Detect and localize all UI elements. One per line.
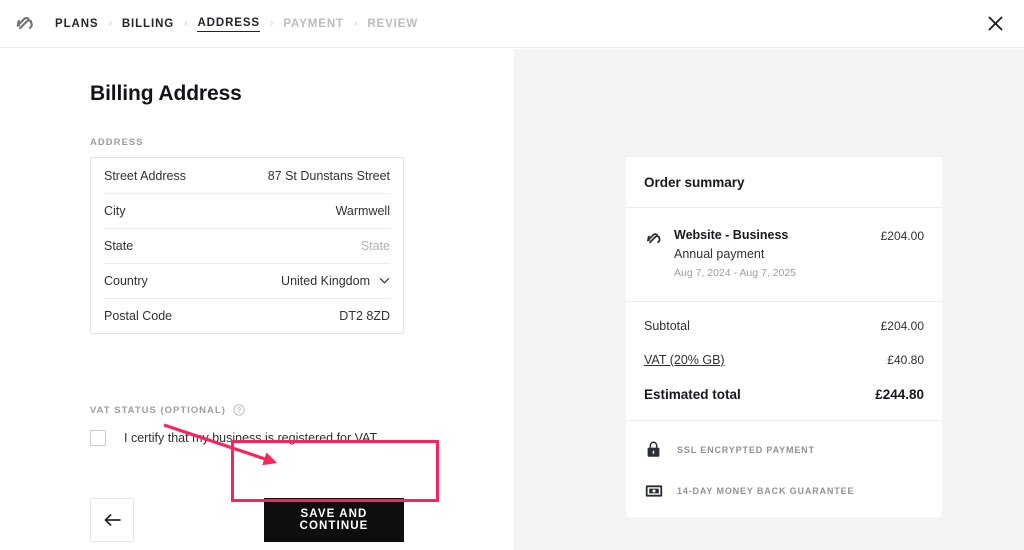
field-row-city[interactable]: City Warmwell [91,193,403,228]
order-summary-title: Order summary [644,174,745,190]
vat-label-link[interactable]: VAT (20% GB) [644,353,725,367]
estimated-total-row: Estimated total £244.80 [644,387,924,402]
vat-value: £40.80 [887,353,924,367]
breadcrumb-item-payment: PAYMENT [283,17,344,30]
field-row-postal-code[interactable]: Postal Code DT2 8ZD [91,298,403,333]
field-row-street-address[interactable]: Street Address 87 St Dunstans Street [91,158,403,193]
order-item-name: Website - Business [674,228,789,242]
order-item-term: Aug 7, 2024 - Aug 7, 2025 [674,267,797,279]
city-input[interactable]: Warmwell [336,204,390,218]
country-select[interactable]: United Kingdom [281,274,390,288]
vat-certify-row[interactable]: I certify that my business is registered… [90,430,379,446]
field-label: Street Address [104,168,186,183]
country-value: United Kingdom [281,273,370,288]
postal-code-input[interactable]: DT2 8ZD [339,309,390,323]
order-item-billing-cycle: Annual payment [674,247,765,261]
lock-icon [644,440,663,459]
subtotal-value: £204.00 [880,319,924,333]
order-line-item-details: Website - Business Annual payment Aug 7,… [674,228,881,279]
squarespace-logo-icon [12,11,38,37]
trust-badge-money-back-text: 14-DAY MONEY BACK GUARANTEE [677,485,855,496]
help-circle-icon[interactable] [233,404,245,416]
breadcrumb-item-review: REVIEW [367,17,419,30]
breadcrumb-separator: › [270,18,274,29]
order-totals: Subtotal £204.00 VAT (20% GB) £40.80 Est… [626,302,942,421]
vat-row: VAT (20% GB) £40.80 [644,353,924,367]
address-section-label: ADDRESS [90,137,144,148]
breadcrumb-item-billing[interactable]: BILLING [122,16,174,32]
trust-badge-money-back: 14-DAY MONEY BACK GUARANTEE [644,481,924,500]
breadcrumb-item-plans[interactable]: PLANS [55,16,98,32]
page-header: PLANS › BILLING › ADDRESS › PAYMENT › RE… [0,0,1024,48]
trust-badge-ssl: SSL ENCRYPTED PAYMENT [644,440,924,459]
chevron-down-icon [379,278,390,284]
field-label: City [104,203,126,218]
field-label: State [104,238,134,253]
close-icon[interactable] [976,4,1014,42]
breadcrumb-separator: › [353,18,358,29]
vat-status-label-row: VAT STATUS (OPTIONAL) [90,404,245,416]
subtotal-label: Subtotal [644,319,690,333]
field-label: Postal Code [104,308,173,323]
squarespace-logo-icon [644,229,664,249]
order-line-item: Website - Business Annual payment Aug 7,… [626,208,942,302]
breadcrumb-separator: › [108,18,112,29]
field-label: Country [104,273,148,288]
state-input[interactable]: State [361,239,390,253]
field-row-state[interactable]: State State [91,228,403,263]
estimated-total-value: £244.80 [875,387,924,402]
order-summary-header: Order summary [626,157,942,208]
banknote-icon [644,481,663,500]
save-and-continue-button[interactable]: SAVE AND CONTINUE [264,498,404,542]
order-item-price: £204.00 [880,229,924,243]
street-address-input[interactable]: 87 St Dunstans Street [268,169,390,183]
trust-badges: SSL ENCRYPTED PAYMENT 14-DAY MONEY BACK … [626,421,942,500]
vat-status-label: VAT STATUS (OPTIONAL) [90,404,226,416]
trust-badge-ssl-text: SSL ENCRYPTED PAYMENT [677,444,815,455]
field-row-country[interactable]: Country United Kingdom [91,263,403,298]
page-title: Billing Address [90,82,242,105]
vat-certify-checkbox[interactable] [90,430,106,446]
order-summary-card: Order summary Website - Business Annual … [626,157,942,517]
billing-address-form: Billing Address ADDRESS Street Address 8… [0,49,514,550]
checkout-page: PLANS › BILLING › ADDRESS › PAYMENT › RE… [0,0,1024,550]
breadcrumb-item-address[interactable]: ADDRESS [197,15,260,32]
breadcrumb: PLANS › BILLING › ADDRESS › PAYMENT › RE… [55,15,418,32]
breadcrumb-separator: › [184,18,188,29]
back-button[interactable] [90,498,134,542]
address-fields-card: Street Address 87 St Dunstans Street Cit… [90,157,404,334]
estimated-total-label: Estimated total [644,387,741,402]
vat-certify-label: I certify that my business is registered… [124,431,380,445]
subtotal-row: Subtotal £204.00 [644,319,924,333]
arrow-left-icon [104,514,121,526]
